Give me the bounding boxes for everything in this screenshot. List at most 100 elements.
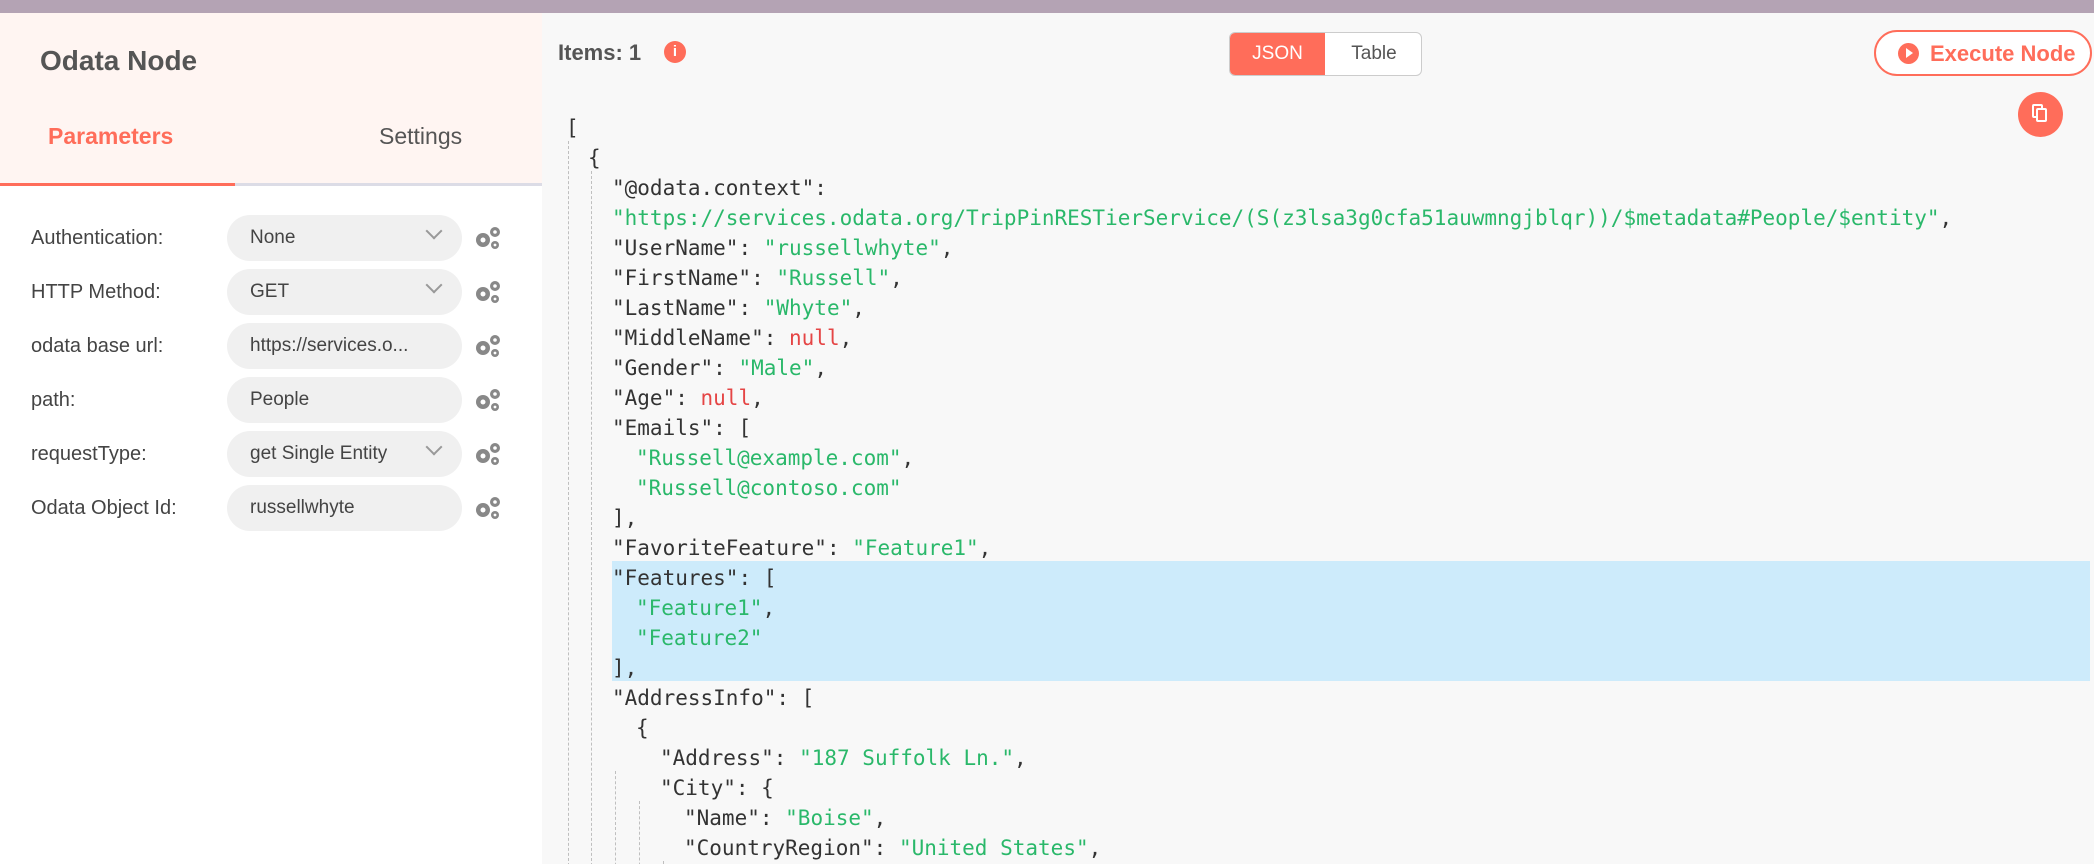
json-key: "AddressInfo": [612, 686, 777, 710]
parameter-row: path: People: [0, 377, 542, 425]
json-punct: :: [773, 746, 800, 770]
json-punct: ],: [612, 506, 638, 530]
json-key: "Features": [612, 566, 739, 590]
json-line[interactable]: "Name": "Boise",: [684, 803, 886, 833]
json-string: "Russell": [776, 266, 891, 290]
json-punct: : [: [713, 416, 752, 440]
play-icon: [1898, 43, 1919, 64]
json-punct: :: [738, 236, 764, 260]
parameter-options-gear-icon[interactable]: [473, 225, 503, 251]
parameter-options-gear-icon[interactable]: [473, 495, 503, 521]
parameter-options-gear-icon[interactable]: [473, 387, 503, 413]
json-line[interactable]: "MiddleName": null,: [612, 323, 852, 353]
json-punct: ],: [612, 656, 638, 680]
json-punct: :: [751, 266, 777, 290]
chevron-down-icon: [425, 276, 443, 294]
json-key: "CountryRegion": [684, 836, 874, 860]
json-line[interactable]: "@odata.context":: [612, 173, 827, 203]
json-line[interactable]: ],: [612, 653, 637, 683]
execute-node-button[interactable]: Execute Node: [1874, 30, 2092, 76]
json-line[interactable]: "UserName": "russellwhyte",: [612, 233, 953, 263]
json-punct: ,: [1939, 206, 1953, 230]
parameter-value: GET: [250, 281, 290, 302]
json-line[interactable]: [: [566, 113, 579, 143]
parameter-value: https://services.o...: [250, 335, 409, 356]
json-line[interactable]: {: [588, 143, 601, 173]
json-punct: :: [713, 356, 739, 380]
active-tab-indicator: [0, 183, 235, 186]
json-line[interactable]: "Age": null,: [612, 383, 764, 413]
json-line[interactable]: "Gender": "Male",: [612, 353, 827, 383]
execute-node-label: Execute Node: [1930, 41, 2076, 66]
json-indent-guide: [568, 141, 569, 864]
json-line[interactable]: "Address": "187 Suffolk Ln.",: [660, 743, 1027, 773]
json-punct: :: [675, 386, 701, 410]
parameter-select[interactable]: GET: [227, 269, 462, 315]
json-key: "FavoriteFeature": [612, 536, 827, 560]
json-punct: ,: [852, 296, 865, 320]
json-line[interactable]: "Russell@example.com",: [636, 443, 914, 473]
json-line[interactable]: "Feature1",: [636, 593, 775, 623]
json-punct: ,: [873, 806, 887, 830]
parameter-input[interactable]: People: [227, 377, 462, 423]
copy-icon-front: [2036, 108, 2047, 122]
parameter-options-gear-icon[interactable]: [473, 279, 503, 305]
json-line[interactable]: ],: [612, 503, 637, 533]
parameter-label: odata base url:: [31, 335, 164, 357]
node-title: Odata Node: [40, 45, 198, 76]
json-string: "russellwhyte": [763, 236, 941, 260]
parameter-input[interactable]: russellwhyte: [227, 485, 462, 531]
parameter-select[interactable]: get Single Entity: [227, 431, 462, 477]
json-line[interactable]: "LastName": "Whyte",: [612, 293, 865, 323]
parameter-label: path:: [31, 389, 76, 411]
copy-button[interactable]: [2018, 92, 2063, 137]
chevron-down-icon: [425, 438, 443, 456]
output-panel: Items: 1 i JSON Table Execute Node [{"@o…: [542, 13, 2094, 864]
json-punct: ,: [751, 386, 764, 410]
json-line[interactable]: "Feature2": [636, 623, 762, 653]
json-punct: : [: [738, 566, 777, 590]
json-line[interactable]: "https://services.odata.org/TripPinRESTi…: [612, 203, 1952, 233]
parameter-row: Odata Object Id: russellwhyte: [0, 485, 542, 533]
json-punct: : [: [776, 686, 815, 710]
json-key: "LastName": [612, 296, 739, 320]
parameter-label: Odata Object Id:: [31, 497, 177, 519]
tab-settings[interactable]: Settings: [379, 123, 462, 150]
json-line[interactable]: {: [636, 713, 649, 743]
json-line[interactable]: "FavoriteFeature": "Feature1",: [612, 533, 991, 563]
json-line[interactable]: "AddressInfo": [: [612, 683, 814, 713]
parameter-row: Authentication: None: [0, 215, 542, 263]
json-line[interactable]: "FirstName": "Russell",: [612, 263, 903, 293]
json-key: "Name": [684, 806, 760, 830]
parameter-select[interactable]: None: [227, 215, 462, 261]
json-key: "FirstName": [612, 266, 752, 290]
json-line[interactable]: "Emails": [: [612, 413, 751, 443]
json-line[interactable]: "Russell@contoso.com": [636, 473, 902, 503]
json-punct: :: [759, 806, 786, 830]
parameter-options-gear-icon[interactable]: [473, 441, 503, 467]
json-view-button[interactable]: JSON: [1230, 33, 1325, 75]
view-toggle: JSON Table: [1229, 32, 1422, 76]
json-line[interactable]: "City": {: [660, 773, 774, 803]
json-key: "Age": [612, 386, 676, 410]
info-icon[interactable]: i: [664, 41, 686, 63]
parameter-input[interactable]: https://services.o...: [227, 323, 462, 369]
parameter-options-gear-icon[interactable]: [473, 333, 503, 359]
json-punct: ,: [762, 596, 776, 620]
chevron-down-icon: [425, 222, 443, 240]
parameter-label: requestType:: [31, 443, 147, 465]
json-punct: ,: [890, 266, 903, 290]
json-line[interactable]: "CountryRegion": "United States",: [684, 833, 1101, 863]
json-string: "United States": [898, 836, 1089, 860]
json-punct: :: [873, 836, 899, 860]
json-punct: {: [636, 716, 649, 740]
json-punct: ,: [814, 356, 827, 380]
node-header: Odata Node Parameters Settings: [0, 13, 542, 186]
table-view-button[interactable]: Table: [1325, 33, 1421, 75]
json-string: "Feature1": [852, 536, 979, 560]
json-line[interactable]: "Features": [: [612, 563, 776, 593]
tab-parameters[interactable]: Parameters: [48, 123, 173, 150]
json-punct: :: [814, 176, 827, 200]
json-key: "Emails": [612, 416, 714, 440]
json-indent-guide: [615, 771, 616, 864]
